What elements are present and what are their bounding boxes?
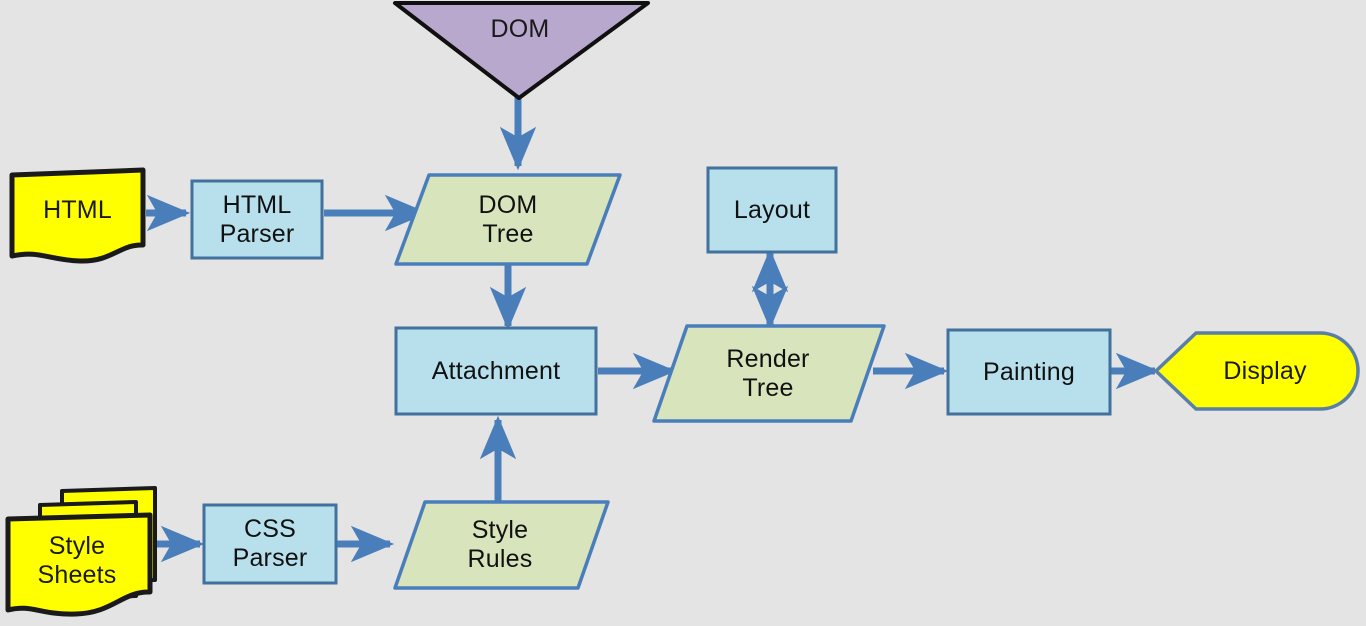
node-painting-box[interactable]: [946, 328, 1112, 416]
node-style-sheets-front[interactable]: [5, 512, 153, 617]
node-css-parser-box[interactable]: [202, 503, 338, 585]
node-dom-triangle[interactable]: [393, 1, 650, 100]
node-style-rules-parallelogram[interactable]: [393, 500, 610, 590]
node-html-document[interactable]: [9, 167, 146, 264]
flowchart-graphic: [5, 1, 1360, 617]
node-layout-box[interactable]: [706, 166, 838, 254]
node-attachment-box[interactable]: [394, 326, 598, 416]
node-display-shape[interactable]: [1154, 331, 1360, 411]
node-html-parser-box[interactable]: [190, 179, 324, 260]
diagram-canvas: DOM HTML HTML Parser DOM Tree Layout Att…: [0, 0, 1366, 626]
node-render-tree-parallelogram[interactable]: [652, 324, 886, 423]
edges-layer: [146, 96, 1160, 563]
node-dom-tree-parallelogram[interactable]: [394, 173, 622, 266]
